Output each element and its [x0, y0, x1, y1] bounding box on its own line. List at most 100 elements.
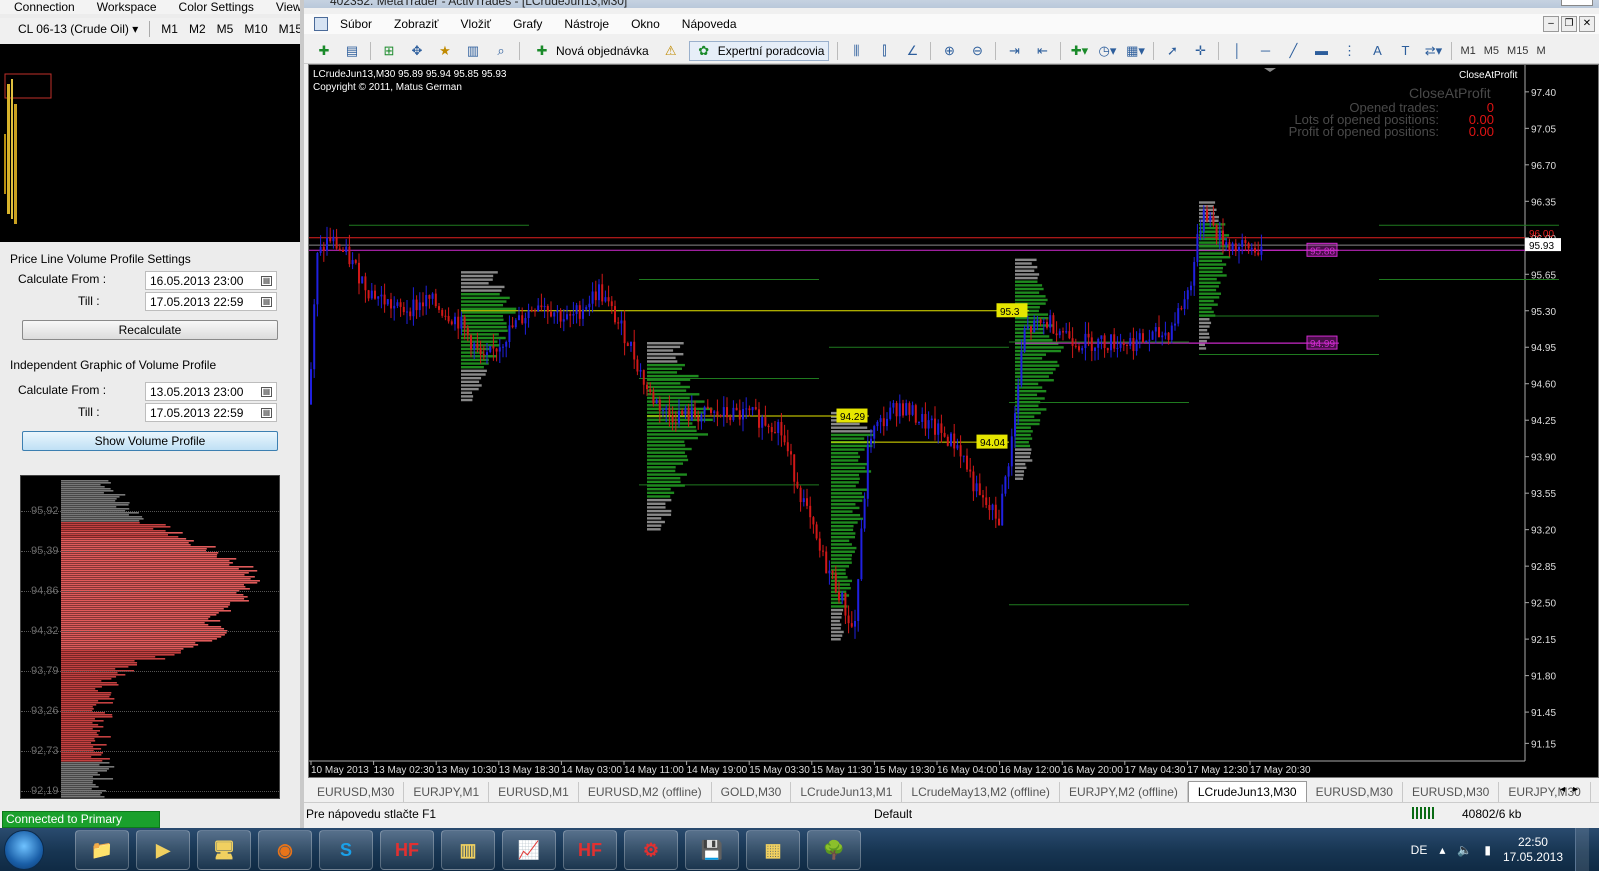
- tab-right-icon[interactable]: ▸: [1573, 784, 1578, 795]
- recalculate-button[interactable]: Recalculate: [22, 320, 278, 340]
- menu-view[interactable]: View: [276, 0, 302, 14]
- till-field-1[interactable]: 17.05.2013 22:59 ▦: [145, 292, 277, 311]
- chart-shift-icon[interactable]: ⇤: [1032, 42, 1052, 60]
- mini-chart[interactable]: [0, 44, 302, 242]
- instrument-select[interactable]: CL 06-13 (Crude Oil) ▾: [18, 22, 138, 36]
- label-icon[interactable]: T: [1395, 42, 1415, 60]
- tree-icon[interactable]: 🌳: [807, 830, 861, 870]
- expert-advisors-button[interactable]: ✿ Expertní poradcovia: [688, 40, 830, 61]
- autoscroll-icon[interactable]: ⇥: [1004, 42, 1024, 60]
- fibonacci-icon[interactable]: ⋮: [1339, 42, 1359, 60]
- tf-m1[interactable]: M1: [161, 22, 178, 36]
- chart-tab[interactable]: LCrudeMay13,M2 (offline): [902, 782, 1060, 802]
- text-icon[interactable]: A: [1367, 42, 1387, 60]
- market-watch-icon[interactable]: ⊞: [379, 42, 399, 60]
- channel-icon[interactable]: ▬: [1311, 42, 1331, 60]
- menu-okno[interactable]: Okno: [631, 17, 660, 31]
- menu-subor[interactable]: Súbor: [340, 17, 372, 31]
- period-more[interactable]: M: [1536, 45, 1545, 57]
- calendar-icon[interactable]: ▦: [261, 275, 272, 286]
- tf-m2[interactable]: M2: [189, 22, 206, 36]
- menu-grafy[interactable]: Grafy: [513, 17, 542, 31]
- mdi-icon[interactable]: [314, 17, 328, 31]
- calendar-icon[interactable]: ▦: [261, 296, 272, 307]
- vertical-line-icon[interactable]: │: [1227, 42, 1247, 60]
- menu-color-settings[interactable]: Color Settings: [179, 0, 254, 14]
- trendline-icon[interactable]: ╱: [1283, 42, 1303, 60]
- tray-expand-icon[interactable]: ▴: [1439, 843, 1445, 857]
- new-order-button[interactable]: ✚ Nová objednávka: [528, 41, 653, 61]
- line-chart-icon[interactable]: ∠: [902, 42, 922, 60]
- calendar-icon[interactable]: ▦: [261, 407, 272, 418]
- chart-tab[interactable]: GOLD,M30: [712, 782, 792, 802]
- mdi-restore-button[interactable]: ❐: [1561, 16, 1577, 32]
- menu-zobrazit[interactable]: Zobraziť: [394, 17, 439, 31]
- menu-workspace[interactable]: Workspace: [97, 0, 157, 14]
- tf-m5[interactable]: M5: [217, 22, 234, 36]
- folder-icon[interactable]: ★: [435, 42, 455, 60]
- chart-tab[interactable]: EURJPY,M2 (offline): [1060, 782, 1188, 802]
- computer-icon[interactable]: 🖥: [197, 830, 251, 870]
- candle-chart-icon[interactable]: ⫿: [874, 42, 894, 60]
- language-indicator[interactable]: DE: [1411, 843, 1428, 857]
- period-m5[interactable]: M5: [1484, 45, 1499, 57]
- templates-icon[interactable]: ▦▾: [1125, 42, 1145, 60]
- zoom-out-icon[interactable]: ⊖: [967, 42, 987, 60]
- hf-icon[interactable]: HF: [380, 830, 434, 870]
- price-chart[interactable]: LCrudeJun13,M30 95.89 95.94 95.85 95.93 …: [308, 64, 1599, 778]
- chart-tab[interactable]: EURUSD,M1: [489, 782, 579, 802]
- bar-chart-icon[interactable]: ⫼: [846, 42, 866, 60]
- calc-from-field-2[interactable]: 13.05.2013 23:00 ▦: [145, 382, 277, 401]
- minimize-button[interactable]: [1561, 0, 1593, 6]
- calculator-icon[interactable]: ▦: [746, 830, 800, 870]
- hf-icon[interactable]: HF: [563, 830, 617, 870]
- menu-connection[interactable]: Connection: [14, 0, 75, 14]
- crosshair-icon[interactable]: ✛: [1190, 42, 1210, 60]
- chart-tab[interactable]: EURUSD,M30: [1307, 782, 1403, 802]
- mdi-minimize-button[interactable]: –: [1543, 16, 1559, 32]
- media-icon[interactable]: ▶: [136, 830, 190, 870]
- calendar-icon[interactable]: ▦: [261, 386, 272, 397]
- tab-left-icon[interactable]: ◂: [1560, 784, 1565, 795]
- chart-tab[interactable]: LCrudeJun13,M30: [1187, 781, 1307, 802]
- menu-napoveda[interactable]: Nápoveda: [682, 17, 737, 31]
- network-icon[interactable]: ▮: [1484, 843, 1491, 857]
- volume-icon[interactable]: 🔈: [1457, 843, 1472, 857]
- chart-tab[interactable]: EURUSD,M2 (offline): [579, 782, 712, 802]
- arrows-icon[interactable]: ⇄▾: [1423, 42, 1443, 60]
- period-m15[interactable]: M15: [1507, 45, 1528, 57]
- chart-tab[interactable]: LCrudeJun13,M1: [791, 782, 903, 802]
- chart-app-icon[interactable]: ▥: [441, 830, 495, 870]
- save-icon[interactable]: 💾: [685, 830, 739, 870]
- start-button[interactable]: [4, 830, 44, 870]
- show-desktop-button[interactable]: [1575, 828, 1589, 871]
- clock[interactable]: 22:50 17.05.2013: [1503, 835, 1563, 865]
- new-chart-icon[interactable]: ✚: [314, 42, 334, 60]
- metatrader-icon[interactable]: 📈: [502, 830, 556, 870]
- terminal-icon[interactable]: ▥: [463, 42, 483, 60]
- periods-icon[interactable]: ◷▾: [1097, 42, 1117, 60]
- cursor-icon[interactable]: ➚: [1162, 42, 1182, 60]
- settings-icon[interactable]: ⚙: [624, 830, 678, 870]
- menu-vlozit[interactable]: Vložiť: [461, 17, 492, 31]
- indicators-icon[interactable]: ✚▾: [1069, 42, 1089, 60]
- chart-tab[interactable]: EURJPY,M1: [404, 782, 490, 802]
- navigator-icon[interactable]: ✥: [407, 42, 427, 60]
- chart-tab[interactable]: EURUSD,M30: [308, 782, 405, 802]
- period-m1[interactable]: M1: [1460, 45, 1475, 57]
- menu-nastroje[interactable]: Nástroje: [564, 17, 609, 31]
- show-volume-profile-button[interactable]: Show Volume Profile: [22, 431, 278, 451]
- tf-m15[interactable]: M15: [279, 22, 302, 36]
- tf-m10[interactable]: M10: [244, 22, 267, 36]
- explorer-icon[interactable]: 📁: [75, 830, 129, 870]
- zoom-in-icon[interactable]: ⊕: [939, 42, 959, 60]
- horizontal-line-icon[interactable]: ─: [1255, 42, 1275, 60]
- calc-from-field-1[interactable]: 16.05.2013 23:00 ▦: [145, 271, 277, 290]
- profiles-icon[interactable]: ▤: [342, 42, 362, 60]
- till-field-2[interactable]: 17.05.2013 22:59 ▦: [145, 403, 277, 422]
- firefox-icon[interactable]: ◉: [258, 830, 312, 870]
- tester-icon[interactable]: ⌕: [491, 42, 511, 60]
- warning-icon[interactable]: ⚠: [661, 42, 681, 60]
- skype-icon[interactable]: S: [319, 830, 373, 870]
- mdi-close-button[interactable]: ✕: [1579, 16, 1595, 32]
